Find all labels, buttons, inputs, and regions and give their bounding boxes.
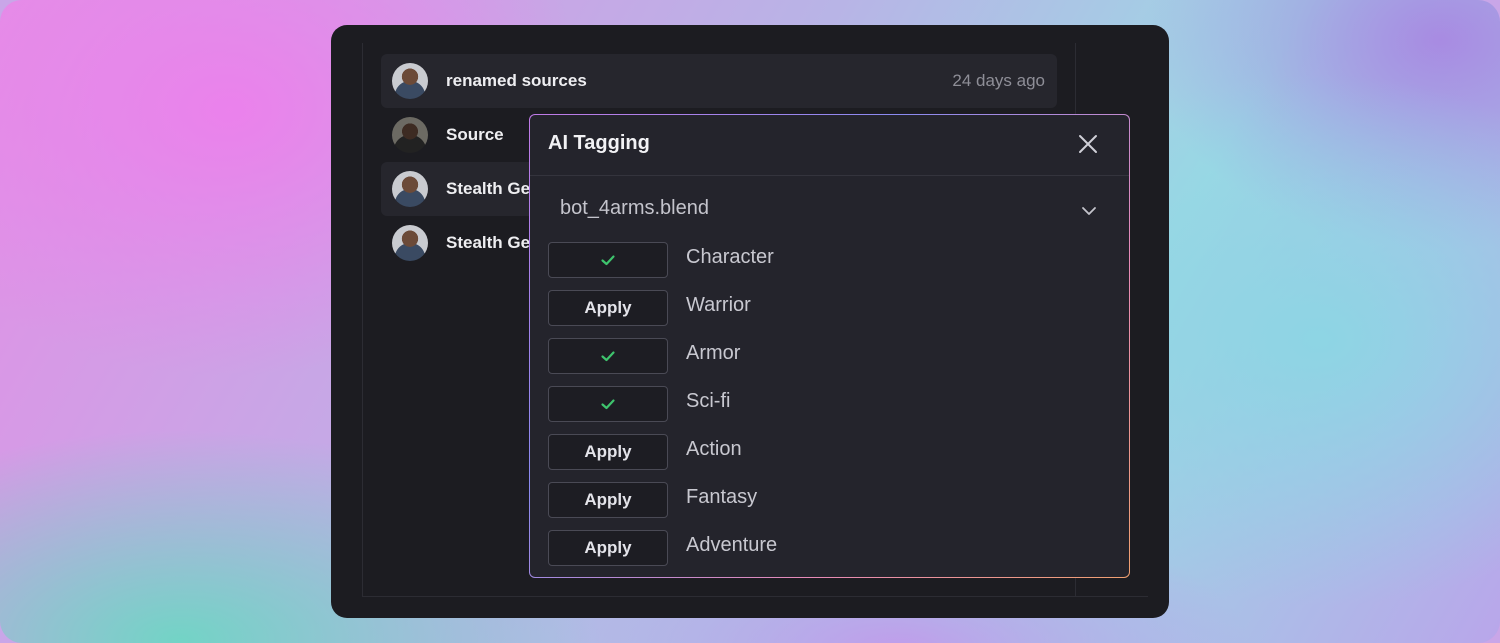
dialog-divider	[530, 175, 1129, 176]
tag-label: Character	[686, 246, 774, 268]
tag-applied-button[interactable]	[548, 242, 668, 278]
chevron-down-icon	[1082, 207, 1096, 215]
file-dropdown[interactable]: bot_4arms.blend	[548, 193, 1104, 227]
tag-row: Armor	[548, 338, 1108, 374]
avatar	[392, 63, 428, 99]
tag-row: Apply Warrior	[548, 290, 1108, 326]
close-icon	[1079, 135, 1097, 153]
tag-row: Sci-fi	[548, 386, 1108, 422]
tag-label: Sci-fi	[686, 390, 731, 412]
commit-row[interactable]: renamed sources 24 days ago	[381, 54, 1057, 108]
check-icon	[601, 255, 615, 266]
check-icon	[601, 351, 615, 362]
tag-label: Warrior	[686, 294, 751, 316]
ai-tagging-dialog: AI Tagging bot_4arms.blend Character Appl…	[529, 114, 1130, 578]
column-divider-left	[362, 43, 363, 596]
close-button[interactable]	[1074, 130, 1102, 158]
tag-row: Apply Action	[548, 434, 1108, 470]
bottom-divider	[362, 596, 1148, 597]
tag-label: Adventure	[686, 534, 778, 556]
file-name: bot_4arms.blend	[560, 197, 709, 219]
commit-time: 24 days ago	[952, 71, 1045, 90]
tag-label: Fantasy	[686, 486, 758, 508]
tag-label: Action	[686, 438, 742, 460]
apply-tag-button[interactable]: Apply	[548, 482, 668, 518]
tag-row: Apply Fantasy	[548, 482, 1108, 518]
tag-row: Apply Adventure	[548, 530, 1108, 566]
avatar	[392, 225, 428, 261]
dialog-title: AI Tagging	[548, 132, 650, 154]
apply-tag-button[interactable]: Apply	[548, 530, 668, 566]
commit-message: renamed sources	[446, 71, 587, 90]
apply-tag-button[interactable]: Apply	[548, 434, 668, 470]
commit-message: Stealth Ge	[446, 233, 531, 252]
check-icon	[601, 399, 615, 410]
tag-applied-button[interactable]	[548, 386, 668, 422]
tag-applied-button[interactable]	[548, 338, 668, 374]
tag-label: Armor	[686, 342, 741, 364]
dialog-body: AI Tagging bot_4arms.blend Character Appl…	[530, 115, 1129, 577]
apply-tag-button[interactable]: Apply	[548, 290, 668, 326]
avatar	[392, 117, 428, 153]
avatar	[392, 171, 428, 207]
tag-row: Character	[548, 242, 1108, 278]
commit-message: Source	[446, 125, 504, 144]
commit-message: Stealth Ge	[446, 179, 531, 198]
